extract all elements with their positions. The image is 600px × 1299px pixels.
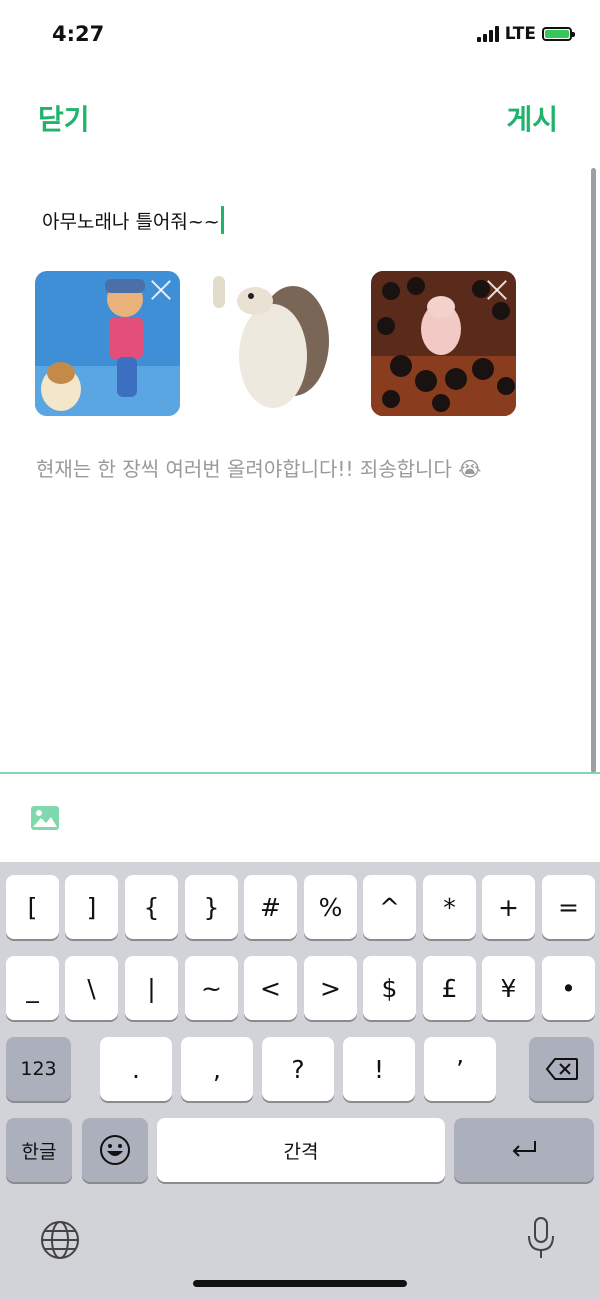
key-yen[interactable]: ¥ xyxy=(482,956,535,1020)
attachment-cartoon-man-and-cat[interactable] xyxy=(35,271,180,416)
key-close-brace[interactable]: } xyxy=(185,875,238,939)
key-comma[interactable]: , xyxy=(181,1037,253,1101)
key-tilde[interactable]: ~ xyxy=(185,956,238,1020)
key-greater-than[interactable]: > xyxy=(304,956,357,1020)
key-exclamation[interactable]: ! xyxy=(343,1037,415,1101)
header: 닫기 게시 xyxy=(0,90,600,150)
close-icon[interactable] xyxy=(484,277,510,303)
status-bar: 4:27 LTE xyxy=(0,0,600,70)
attachment-soot-sprites-creature[interactable] xyxy=(371,271,516,416)
key-bullet[interactable]: • xyxy=(542,956,595,1020)
key-percent[interactable]: % xyxy=(304,875,357,939)
key-underscore[interactable]: _ xyxy=(6,956,59,1020)
key-asterisk[interactable]: * xyxy=(423,875,476,939)
dictation-key[interactable] xyxy=(526,1216,556,1260)
key-caret[interactable]: ^ xyxy=(363,875,416,939)
key-pipe[interactable]: | xyxy=(125,956,178,1020)
key-close-bracket[interactable]: ] xyxy=(65,875,118,939)
key-period[interactable]: . xyxy=(100,1037,172,1101)
status-time: 4:27 xyxy=(52,22,105,46)
post-text: 아무노래나 틀어줘~~ xyxy=(42,210,220,233)
text-caret xyxy=(220,206,224,234)
key-equals[interactable]: = xyxy=(542,875,595,939)
close-icon[interactable] xyxy=(316,277,342,303)
close-icon[interactable] xyxy=(148,277,174,303)
key-open-brace[interactable]: { xyxy=(125,875,178,939)
key-123[interactable]: 123 xyxy=(6,1037,71,1101)
attachment-waving-hedgehog[interactable] xyxy=(203,271,348,416)
home-indicator[interactable] xyxy=(193,1280,407,1287)
signal-icon xyxy=(476,26,499,42)
key-question[interactable]: ? xyxy=(262,1037,334,1101)
key-korean[interactable]: 한글 xyxy=(6,1118,72,1182)
backspace-icon xyxy=(545,1058,578,1080)
space-key[interactable]: 간격 xyxy=(157,1118,445,1182)
battery-icon xyxy=(542,27,575,41)
emoji-key[interactable] xyxy=(82,1118,148,1182)
return-icon xyxy=(512,1141,536,1157)
status-indicators: LTE xyxy=(476,24,575,44)
post-button[interactable]: 게시 xyxy=(506,98,558,138)
key-apostrophe[interactable]: ’ xyxy=(424,1037,496,1101)
close-button[interactable]: 닫기 xyxy=(38,98,90,138)
key-dollar[interactable]: $ xyxy=(363,956,416,1020)
globe-icon xyxy=(41,1221,79,1259)
key-less-than[interactable]: < xyxy=(244,956,297,1020)
network-label: LTE xyxy=(504,24,536,44)
upload-notice: 현재는 한 장씩 여러번 올려야합니다!! 죄송합니다 😭 xyxy=(36,457,482,481)
attachment-list xyxy=(35,271,516,416)
post-text-input[interactable]: 아무노래나 틀어줘~~ xyxy=(42,206,224,234)
key-open-bracket[interactable]: [ xyxy=(6,875,59,939)
key-plus[interactable]: + xyxy=(482,875,535,939)
emoji-icon xyxy=(100,1135,130,1165)
scrollbar[interactable] xyxy=(591,168,596,773)
image-icon[interactable] xyxy=(30,805,60,831)
key-hash[interactable]: # xyxy=(244,875,297,939)
toolbar-divider xyxy=(0,772,600,774)
backspace-key[interactable] xyxy=(529,1037,594,1101)
microphone-icon xyxy=(528,1217,554,1258)
globe-key[interactable] xyxy=(40,1220,80,1260)
key-backslash[interactable]: \ xyxy=(65,956,118,1020)
keyboard: [ ] { } # % ^ * + = _ \ | ~ < > $ £ ¥ • … xyxy=(0,862,600,1299)
key-pound[interactable]: £ xyxy=(423,956,476,1020)
return-key[interactable] xyxy=(454,1118,594,1182)
